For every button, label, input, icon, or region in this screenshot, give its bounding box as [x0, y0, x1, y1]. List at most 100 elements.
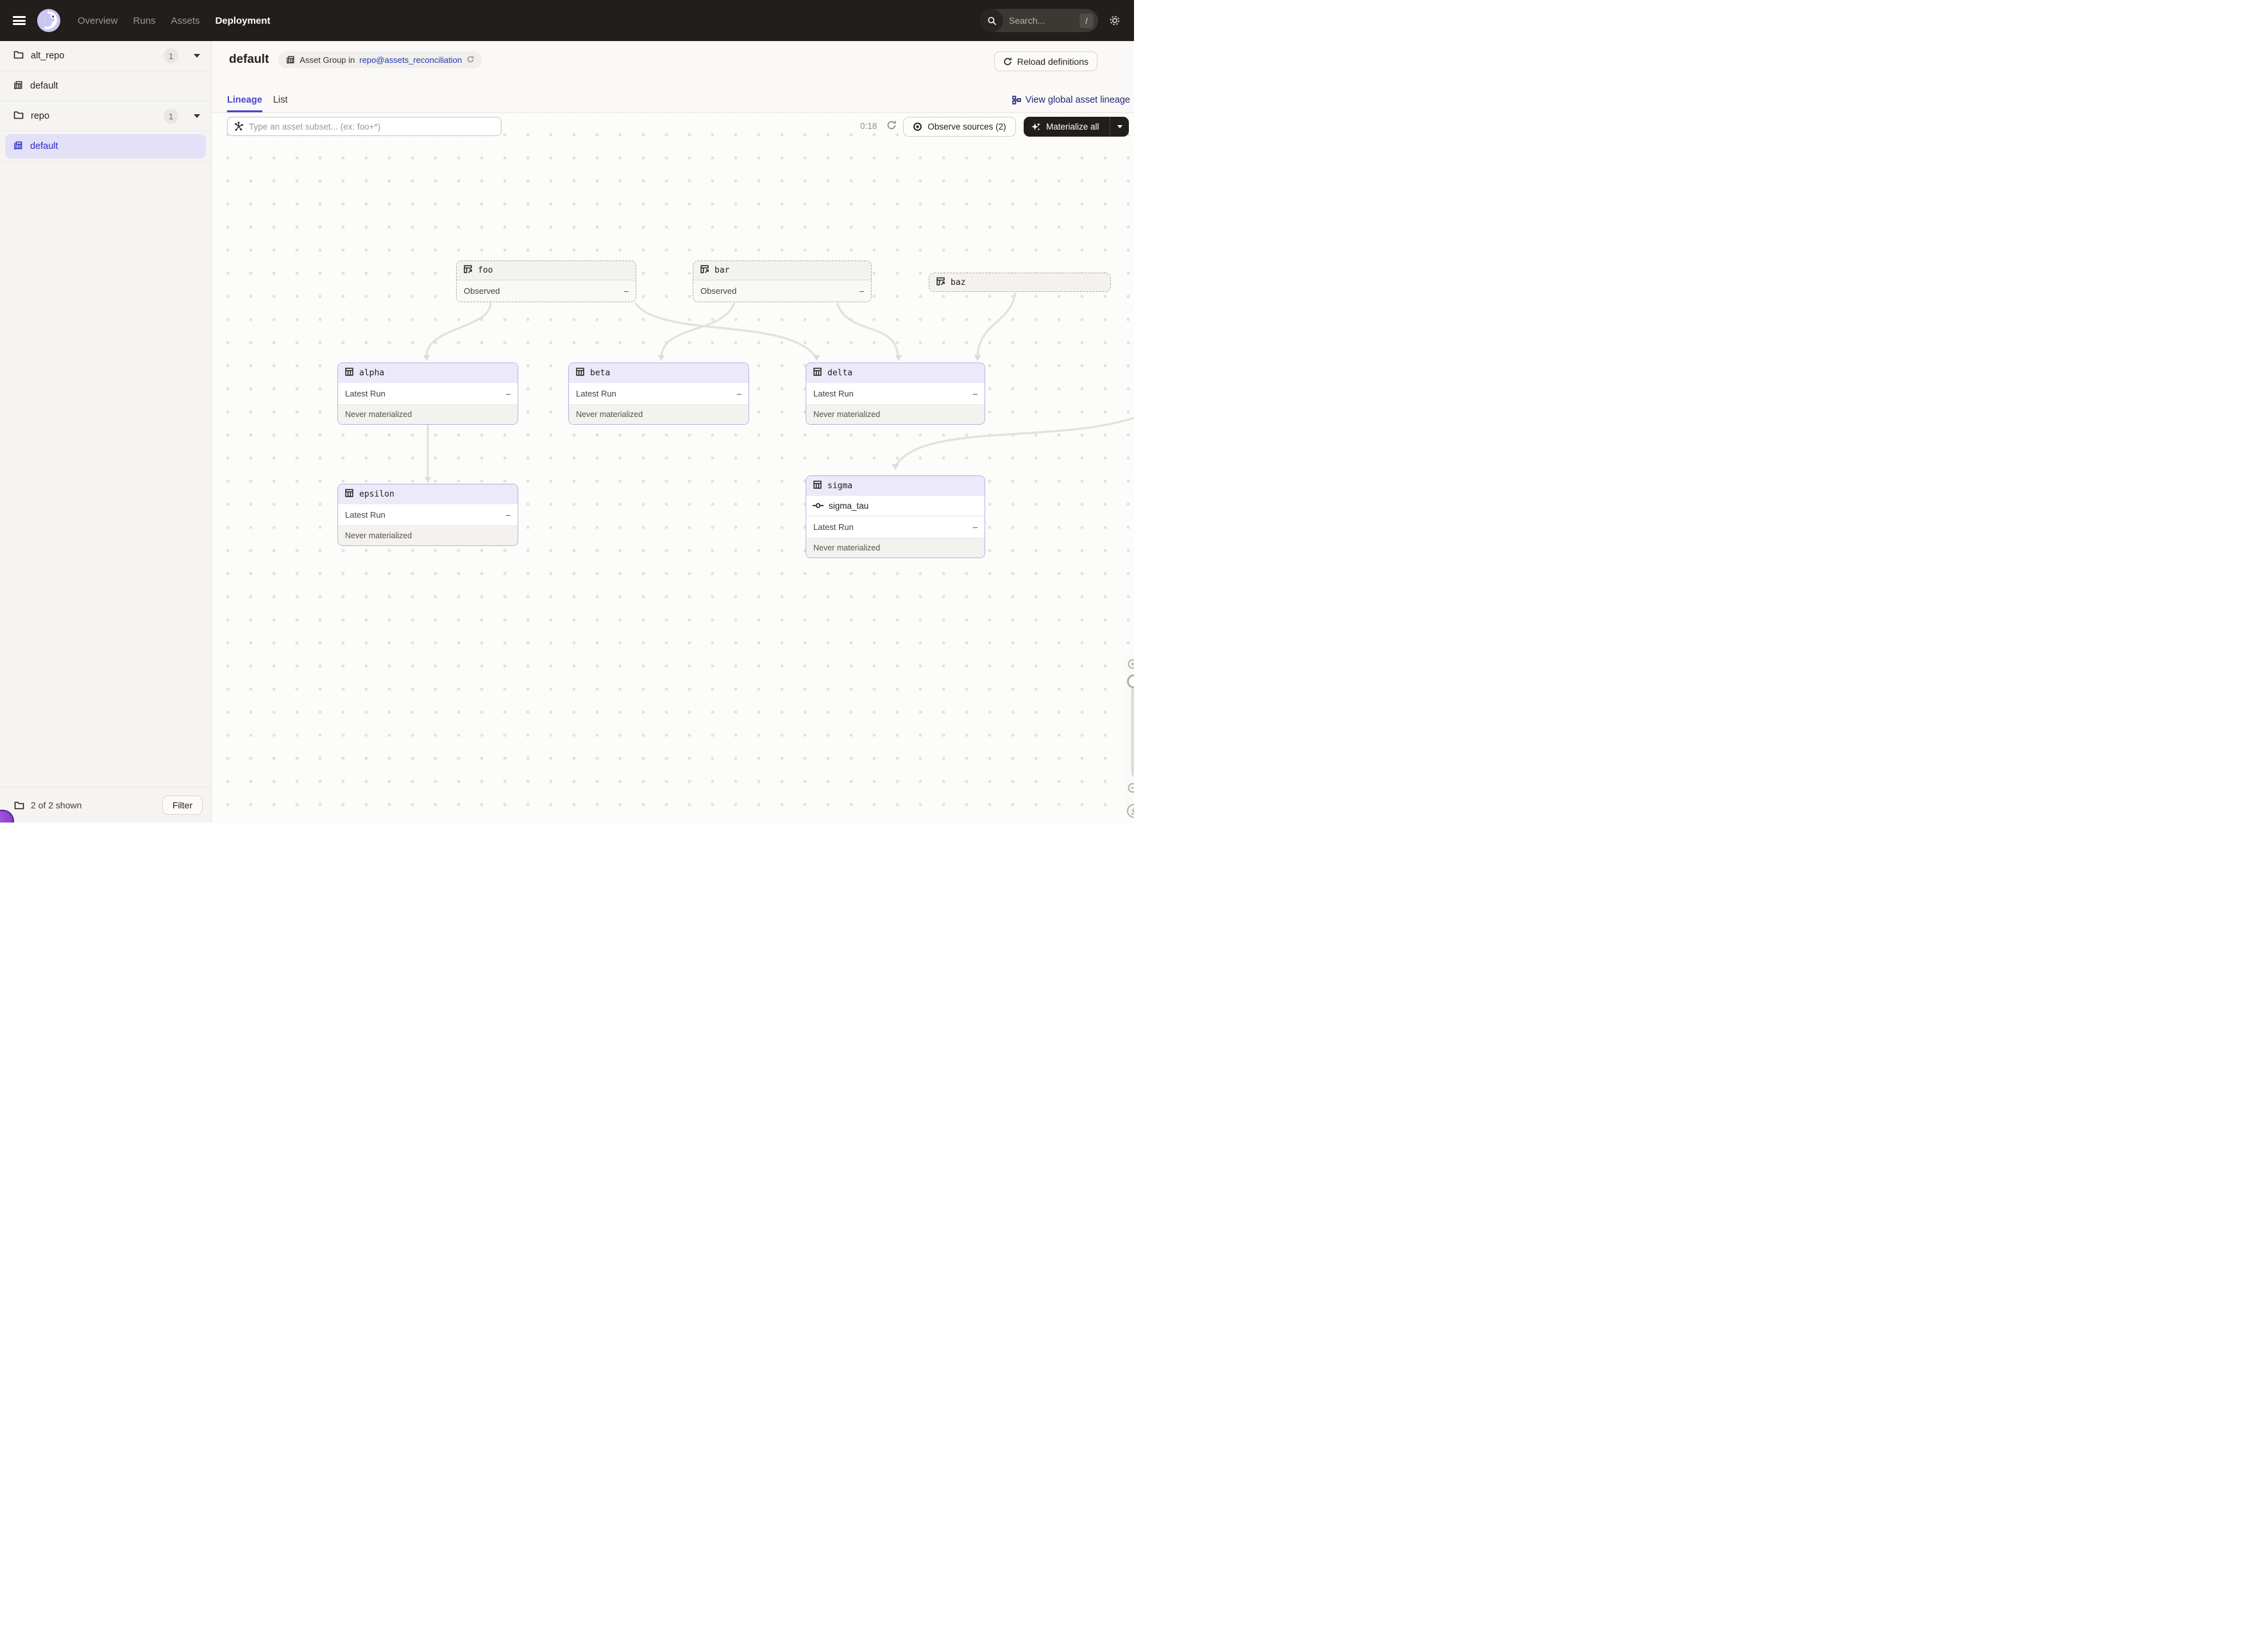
sidebar-item-default-selected[interactable]: default [0, 132, 211, 162]
asset-group-icon [13, 141, 23, 153]
asset-group-pill: Asset Group in repo@assets_reconciliatio… [278, 51, 482, 68]
node-materialization-status: Never materialized [806, 538, 985, 558]
repo-sidebar: alt_repo 1 default repo 1 default 2 of 2 show… [0, 41, 212, 822]
asset-check-name: sigma_tau [829, 501, 868, 511]
top-navbar: Overview Runs Assets Deployment / [0, 0, 1134, 41]
observe-sources-button[interactable]: Observe sources (2) [903, 117, 1016, 137]
asset-node-sigma[interactable]: sigma sigma_tau Latest Run–Never materiali… [806, 475, 985, 558]
sidebar-footer: 2 of 2 shown Filter [0, 787, 211, 822]
zoom-in-icon[interactable] [1127, 658, 1134, 676]
sidebar-item-default[interactable]: default [0, 71, 211, 101]
asset-check-icon [813, 501, 824, 511]
asset-name: baz [951, 278, 965, 287]
asset-group-icon [286, 55, 295, 64]
primary-nav: Overview Runs Assets Deployment [78, 15, 270, 26]
asset-name: bar [715, 266, 729, 275]
asset-table-icon [344, 367, 354, 379]
node-materialization-status: Never materialized [338, 404, 518, 424]
lineage-graph-icon [1012, 96, 1021, 105]
lineage-canvas[interactable]: foo Observed– bar Observed– baz alpha Latest R… [212, 113, 1134, 822]
node-status-row: Latest Run– [338, 383, 518, 404]
asset-node-beta[interactable]: beta Latest Run–Never materialized [568, 362, 749, 425]
reload-definitions-button[interactable]: Reload definitions [994, 51, 1097, 71]
folder-icon [13, 50, 24, 62]
folder-icon [14, 801, 24, 810]
view-global-asset-lineage-link[interactable]: View global asset lineage [1012, 95, 1130, 105]
sidebar-item-label: repo [31, 111, 49, 121]
search-shortcut-badge: / [1079, 13, 1094, 28]
asset-graph-filter-icon [233, 121, 244, 132]
node-materialization-status: Never materialized [806, 404, 985, 424]
graph-toolbar: 0:18 Observe sources (2) Materialize all [212, 117, 1134, 139]
repo-count-text: 2 of 2 shown [31, 800, 81, 810]
asset-count-badge: 1 [164, 48, 178, 64]
refresh-graph-icon[interactable] [886, 120, 897, 133]
asset-check-row[interactable]: sigma_tau [806, 496, 985, 516]
nav-item-runs[interactable]: Runs [133, 15, 156, 26]
dagster-app: Overview Runs Assets Deployment / alt_repo 1… [0, 0, 1134, 822]
node-status-row: Latest Run– [806, 383, 985, 404]
node-status-row: Observed– [457, 280, 636, 302]
view-tabs: Lineage List [227, 95, 287, 112]
asset-node-epsilon[interactable]: epsilonLatest Run–Never materialized [337, 484, 518, 546]
chevron-down-icon[interactable] [194, 54, 200, 58]
asset-node-bar[interactable]: bar Observed– [693, 260, 872, 302]
gear-icon[interactable] [1108, 14, 1121, 27]
materialize-all-button[interactable]: Materialize all [1024, 117, 1129, 137]
refresh-timer: 0:18 [860, 121, 877, 131]
repo-location-link[interactable]: repo@assets_reconciliation [359, 55, 462, 65]
main-panel: default Asset Group in repo@assets_recon… [212, 41, 1134, 822]
dagster-logo-icon[interactable] [37, 8, 61, 33]
asset-group-icon [13, 80, 23, 92]
sidebar-item-repo[interactable]: repo 1 [0, 101, 211, 132]
node-materialization-status: Never materialized [569, 404, 749, 424]
download-image-icon[interactable] [1126, 803, 1134, 822]
tab-lineage[interactable]: Lineage [227, 95, 262, 112]
asset-name: beta [590, 368, 610, 378]
asset-node-baz[interactable]: baz [929, 273, 1111, 292]
hamburger-menu-icon[interactable] [13, 16, 26, 25]
asset-name: sigma [827, 481, 852, 491]
node-status-row: Latest Run– [806, 516, 985, 538]
node-status-row: Observed– [693, 280, 871, 302]
asset-table-icon [813, 480, 822, 492]
tab-list[interactable]: List [273, 95, 288, 112]
node-status-row: Latest Run– [338, 504, 518, 525]
asset-node-foo[interactable]: foo Observed– [456, 260, 636, 302]
zoom-controls [1124, 113, 1134, 822]
asset-table-icon [813, 367, 822, 379]
observe-eye-icon [913, 122, 922, 132]
asset-node-delta[interactable]: delta Latest Run–Never materialized [806, 362, 985, 425]
search-input[interactable] [1009, 15, 1068, 26]
asset-subset-input[interactable] [249, 122, 495, 132]
asset-node-alpha[interactable]: alpha Latest Run–Never materialized [337, 362, 518, 425]
filter-button[interactable]: Filter [162, 796, 203, 815]
reload-location-icon[interactable] [466, 55, 475, 65]
refresh-icon [1003, 57, 1012, 66]
asset-name: delta [827, 368, 852, 378]
nav-item-deployment[interactable]: Deployment [216, 15, 271, 26]
asset-table-icon [575, 367, 585, 379]
search-icon [980, 9, 1003, 32]
chevron-down-icon[interactable] [194, 114, 200, 118]
lineage-nodes: foo Observed– bar Observed– baz alpha Latest R… [212, 113, 1134, 822]
nav-item-assets[interactable]: Assets [171, 15, 200, 26]
source-asset-icon [700, 264, 709, 277]
node-status-row: Latest Run– [569, 383, 749, 404]
nav-item-overview[interactable]: Overview [78, 15, 118, 26]
asset-name: foo [478, 266, 493, 275]
page-header: default Asset Group in repo@assets_recon… [212, 41, 1134, 113]
sidebar-item-label: alt_repo [31, 51, 64, 61]
zoom-slider-track[interactable] [1131, 681, 1135, 776]
sidebar-item-label: default [30, 141, 58, 151]
asset-name: alpha [359, 368, 384, 378]
folder-icon [13, 110, 24, 122]
sidebar-item-alt_repo[interactable]: alt_repo 1 [0, 41, 211, 71]
source-asset-icon [463, 264, 473, 277]
zoom-out-icon[interactable] [1127, 782, 1134, 799]
sidebar-item-label: default [30, 81, 58, 91]
sparkle-icon [1031, 122, 1041, 132]
global-search[interactable]: / [980, 9, 1098, 32]
asset-count-badge: 1 [164, 108, 178, 124]
asset-subset-filter[interactable] [227, 117, 502, 136]
